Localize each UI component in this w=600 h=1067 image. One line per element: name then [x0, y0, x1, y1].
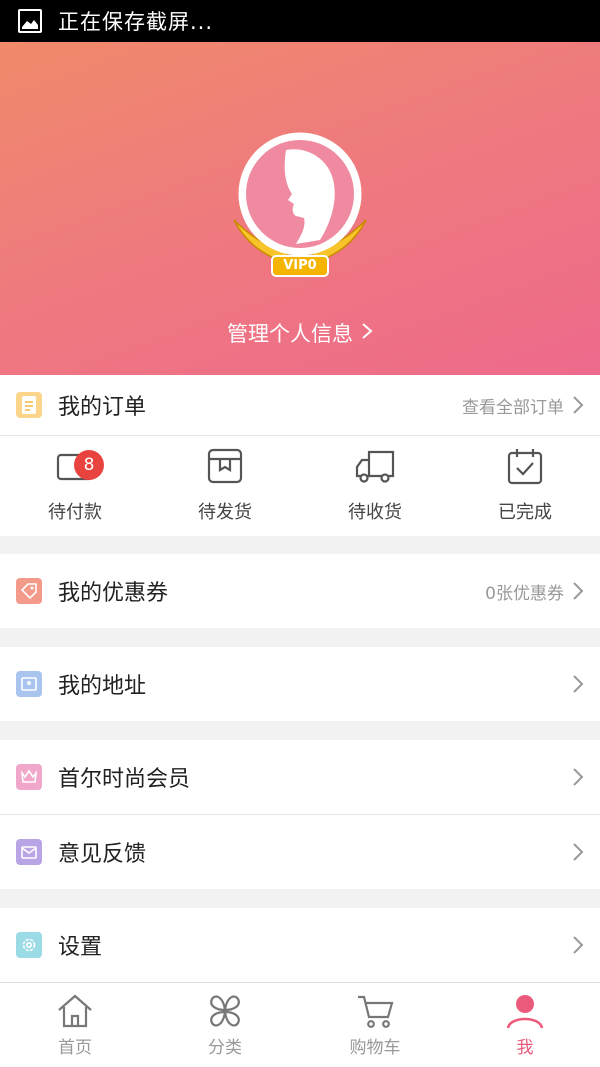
manage-profile-link[interactable]: 管理个人信息 [0, 318, 600, 348]
menu-item-membership[interactable]: 首尔时尚会员 [0, 740, 600, 814]
menu-item-label: 设置 [58, 935, 103, 960]
chevron-right-icon [361, 321, 373, 345]
menu-item-settings[interactable]: 设置 [0, 908, 600, 982]
screenshot-icon [18, 9, 42, 33]
box-icon [205, 446, 245, 486]
vip-level-label: VIP0 [283, 258, 317, 273]
vip-avatar[interactable]: VIP0 [226, 128, 374, 278]
truck-icon [355, 446, 395, 486]
tab-category[interactable]: 分类 [150, 983, 300, 1067]
tab-home[interactable]: 首页 [0, 983, 150, 1067]
menu-item-coupons[interactable]: 我的优惠券 0张优惠券 [0, 554, 600, 628]
order-status-completed[interactable]: 已完成 [450, 436, 600, 536]
menu-item-feedback[interactable]: 意见反馈 [0, 815, 600, 889]
home-icon [55, 993, 95, 1029]
menu-item-label: 首尔时尚会员 [58, 767, 191, 792]
menu-item-label: 我的优惠券 [58, 581, 169, 606]
category-icon [205, 993, 245, 1029]
order-status-to-receive[interactable]: 待收货 [300, 436, 450, 536]
coupon-count: 0张优惠券 [485, 583, 564, 604]
gear-icon [16, 932, 42, 958]
bottom-tab-bar: 首页 分类 购物车 我 [0, 982, 600, 1067]
tab-label: 我 [516, 1038, 534, 1058]
chevron-right-icon [573, 843, 584, 861]
cart-icon [355, 993, 395, 1029]
user-icon [505, 993, 545, 1029]
chevron-right-icon [573, 396, 584, 414]
order-status-label: 待发货 [198, 502, 252, 523]
chevron-right-icon [573, 675, 584, 693]
order-status-to-ship[interactable]: 待发货 [150, 436, 300, 536]
view-all-orders-link[interactable]: 查看全部订单 [462, 393, 564, 418]
pending-payment-badge: 8 [74, 450, 104, 480]
tab-label: 首页 [58, 1038, 92, 1058]
tab-me[interactable]: 我 [450, 983, 600, 1067]
order-icon [16, 392, 42, 418]
orders-header-row[interactable]: 我的订单 查看全部订单 [0, 375, 600, 435]
tab-label: 分类 [208, 1038, 242, 1058]
chevron-right-icon [573, 582, 584, 600]
chevron-right-icon [573, 936, 584, 954]
order-status-label: 待付款 [48, 502, 102, 523]
manage-profile-label: 管理个人信息 [227, 322, 353, 346]
order-status-pending-payment[interactable]: 待付款 [0, 436, 150, 536]
order-status-label: 待收货 [348, 502, 402, 523]
tab-label: 购物车 [349, 1038, 401, 1058]
chevron-right-icon [573, 768, 584, 786]
status-bar: 正在保存截屏... [0, 0, 600, 42]
map-icon [16, 671, 42, 697]
orders-title: 我的订单 [58, 395, 147, 420]
profile-header: VIP0 管理个人信息 [0, 42, 600, 375]
mail-icon [16, 839, 42, 865]
tab-cart[interactable]: 购物车 [300, 983, 450, 1067]
status-text: 正在保存截屏... [58, 10, 214, 34]
coupon-icon [16, 578, 42, 604]
menu-item-label: 意见反馈 [58, 842, 147, 867]
order-status-label: 已完成 [498, 502, 552, 523]
calendar-check-icon [505, 446, 545, 486]
menu-item-address[interactable]: 我的地址 [0, 647, 600, 721]
menu-item-label: 我的地址 [58, 674, 147, 699]
crown-icon [16, 764, 42, 790]
